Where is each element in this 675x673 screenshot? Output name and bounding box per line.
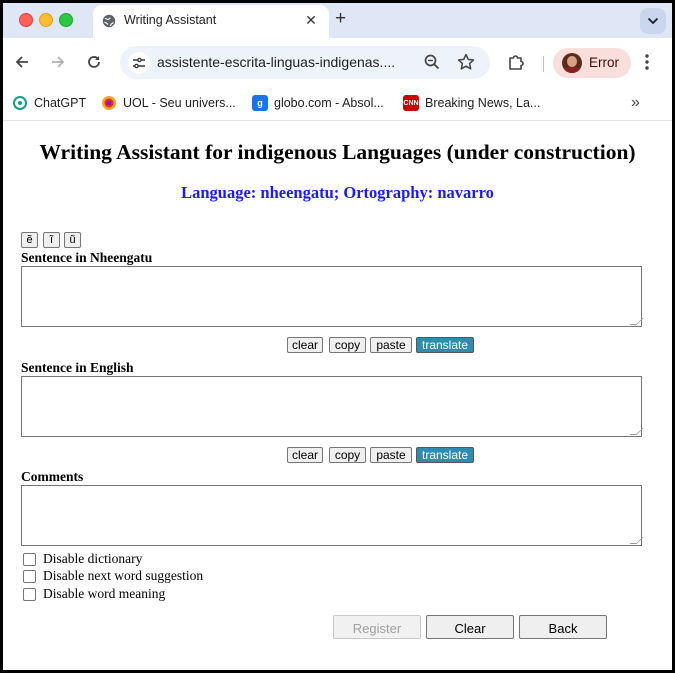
source-translate-button[interactable]: translate (416, 337, 474, 353)
site-settings-icon[interactable] (128, 52, 150, 74)
globo-icon: g (252, 95, 268, 111)
disable-next-word-checkbox[interactable] (23, 569, 36, 583)
maximize-window-button[interactable] (59, 13, 73, 27)
browser-window: Writing Assistant ✕ + assistente-escrita… (3, 3, 672, 670)
bookmark-chatgpt[interactable]: ChatGPT (12, 95, 86, 111)
bookmark-label: ChatGPT (34, 96, 87, 110)
globe-icon (102, 14, 116, 33)
bookmark-label: globo.com - Absol... (274, 96, 384, 110)
zoom-icon[interactable] (423, 53, 441, 76)
address-bar[interactable]: assistente-escrita-linguas-indigenas.... (120, 46, 490, 79)
disable-word-meaning-option[interactable]: Disable word meaning (23, 586, 165, 602)
target-paste-button[interactable]: paste (370, 447, 412, 463)
source-paste-button[interactable]: paste (370, 337, 412, 353)
reload-icon[interactable] (83, 51, 105, 73)
checkbox-label: Disable next word suggestion (43, 568, 204, 583)
target-translate-button[interactable]: translate (416, 447, 474, 463)
clear-all-button[interactable]: Clear (426, 615, 514, 639)
bookmark-uol[interactable]: UOL - Seu univers... (101, 95, 236, 111)
profile-status-label: Error (589, 55, 619, 70)
new-tab-icon[interactable]: + (335, 8, 346, 30)
chatgpt-icon (12, 95, 28, 111)
back-button[interactable]: Back (519, 615, 607, 639)
tab-strip: Writing Assistant ✕ + (3, 3, 672, 38)
comments-label: Comments (21, 469, 84, 484)
url-text: assistente-escrita-linguas-indigenas.... (157, 54, 396, 70)
char-e-tilde-button[interactable]: ẽ (21, 232, 38, 248)
register-button[interactable]: Register (333, 615, 421, 639)
avatar (562, 53, 582, 73)
bookmark-label: UOL - Seu univers... (123, 96, 236, 110)
bookmark-cnn[interactable]: CNN Breaking News, La... (403, 95, 540, 111)
bookmark-star-icon[interactable] (456, 52, 476, 77)
bookmark-globo[interactable]: g globo.com - Absol... (252, 95, 384, 111)
source-copy-button[interactable]: copy (329, 337, 366, 353)
tab-writing-assistant[interactable]: Writing Assistant ✕ (93, 5, 329, 38)
disable-word-meaning-checkbox[interactable] (23, 587, 36, 601)
language-subtitle: Language: nheengatu; Ortography: navarro (181, 183, 494, 202)
minimize-window-button[interactable] (39, 13, 53, 27)
page-title: Writing Assistant for indigenous Languag… (39, 140, 636, 164)
tab-close-icon[interactable]: ✕ (303, 12, 319, 28)
tab-search-button[interactable] (640, 8, 666, 34)
char-u-tilde-button[interactable]: ũ (64, 232, 81, 248)
source-clear-button[interactable]: clear (287, 337, 323, 353)
cnn-icon: CNN (403, 95, 419, 111)
disable-dictionary-checkbox[interactable] (23, 552, 36, 566)
disable-next-word-option[interactable]: Disable next word suggestion (23, 568, 203, 584)
checkbox-label: Disable word meaning (43, 586, 166, 601)
close-window-button[interactable] (19, 13, 33, 27)
source-sentence-label: Sentence in Nheengatu (21, 250, 153, 265)
page-content: Writing Assistant for indigenous Languag… (3, 121, 672, 670)
source-sentence-textarea[interactable] (21, 266, 642, 327)
toolbar-separator (543, 56, 544, 72)
disable-dictionary-option[interactable]: Disable dictionary (23, 551, 142, 567)
more-menu-icon[interactable] (644, 52, 650, 77)
back-arrow-icon[interactable] (11, 51, 33, 73)
profile-button[interactable]: Error (553, 48, 631, 78)
target-sentence-textarea[interactable] (21, 376, 642, 437)
comments-textarea[interactable] (21, 485, 642, 546)
uol-icon (101, 95, 117, 111)
extensions-puzzle-icon[interactable] (506, 52, 526, 77)
checkbox-label: Disable dictionary (43, 551, 143, 566)
target-copy-button[interactable]: copy (329, 447, 366, 463)
forward-arrow-icon[interactable] (47, 51, 69, 73)
more-bookmarks-icon[interactable]: » (631, 94, 640, 112)
bookmarks-bar: ChatGPT UOL - Seu univers... g globo.com… (3, 88, 672, 121)
target-clear-button[interactable]: clear (287, 447, 323, 463)
target-sentence-label: Sentence in English (21, 360, 134, 375)
char-i-tilde-button[interactable]: ĩ (43, 232, 60, 248)
bookmark-label: Breaking News, La... (425, 96, 541, 110)
browser-toolbar: assistente-escrita-linguas-indigenas....… (3, 38, 672, 88)
tab-title: Writing Assistant (124, 13, 217, 27)
chevron-down-icon (647, 12, 659, 30)
